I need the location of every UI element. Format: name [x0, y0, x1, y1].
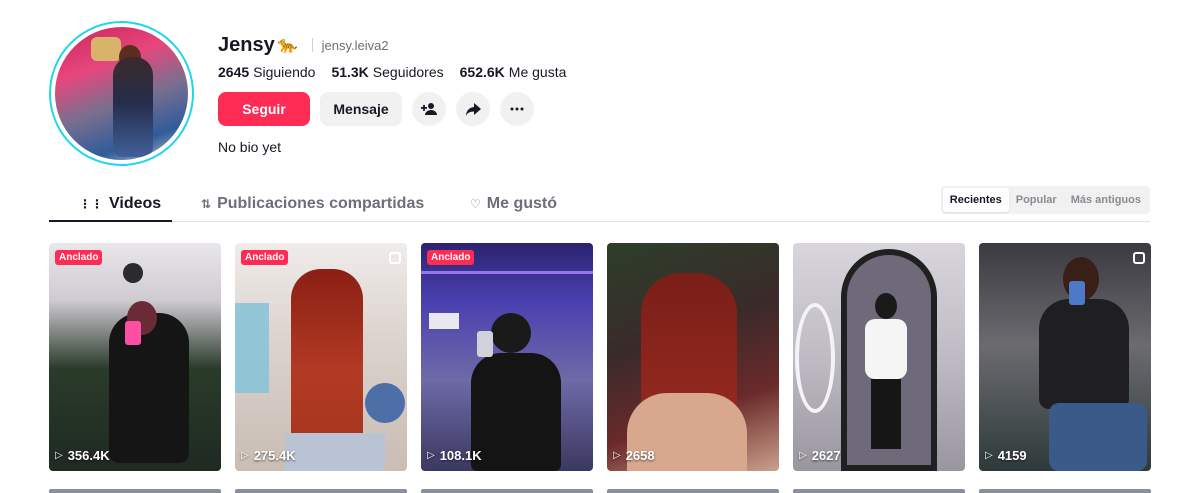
- video-card[interactable]: Anclado ▷ 108.1K: [421, 243, 593, 471]
- follow-button[interactable]: Seguir: [218, 92, 310, 126]
- tab-reposts-label: Publicaciones compartidas: [217, 195, 425, 212]
- profile-stats: 2645 Siguiendo 51.3K Seguidores 652.6K Me g…: [218, 64, 582, 80]
- avatar-image: [55, 27, 188, 160]
- profile-header: Jensy 🐆 jensy.leiva2: [218, 33, 389, 57]
- tab-videos-label: Videos: [109, 195, 162, 212]
- video-card[interactable]: ▷ 4159: [979, 243, 1151, 471]
- avatar[interactable]: [49, 21, 194, 166]
- video-card-partial[interactable]: [235, 489, 407, 493]
- video-card[interactable]: Anclado ▷ 275.4K: [235, 243, 407, 471]
- stat-following-value: 2645: [218, 64, 250, 80]
- share-icon: [466, 103, 481, 116]
- view-count: ▷ 356.4K: [55, 448, 110, 463]
- username: Jensy: [218, 33, 275, 56]
- stat-likes: 652.6K Me gusta: [460, 64, 567, 80]
- leopard-emoji-icon: 🐆: [277, 37, 298, 54]
- stat-followers[interactable]: 51.3K Seguidores: [331, 64, 443, 80]
- profile-tabs: ⋮⋮ Videos ⇅ Publicaciones compartidas ♡ …: [49, 186, 1150, 222]
- add-friend-button[interactable]: [412, 92, 446, 126]
- stat-likes-value: 652.6K: [459, 64, 505, 80]
- more-button[interactable]: [500, 92, 534, 126]
- video-card[interactable]: ▷ 2658: [607, 243, 779, 471]
- stat-following[interactable]: 2645 Siguiendo: [218, 64, 315, 80]
- stat-following-label: Siguiendo: [253, 64, 316, 80]
- play-icon: ▷: [241, 450, 249, 461]
- play-icon: ▷: [55, 450, 63, 461]
- play-icon: ▷: [799, 450, 807, 461]
- stat-followers-label: Seguidores: [372, 64, 444, 80]
- tab-liked[interactable]: ♡ Me gustó: [470, 186, 557, 222]
- sort-oldest[interactable]: Más antiguos: [1064, 188, 1148, 212]
- stat-followers-value: 51.3K: [331, 64, 369, 80]
- sort-toggle: Recientes Popular Más antiguos: [940, 186, 1150, 214]
- video-card-partial[interactable]: [979, 489, 1151, 493]
- heart-outline-icon: ♡: [470, 197, 481, 211]
- more-icon: [510, 107, 524, 111]
- video-card-partial[interactable]: [607, 489, 779, 493]
- pinned-badge: Anclado: [427, 250, 475, 265]
- photo-carousel-icon: [1133, 252, 1145, 264]
- video-card-partial[interactable]: [421, 489, 593, 493]
- user-handle: jensy.leiva2: [321, 37, 389, 53]
- bio-text: No bio yet: [218, 139, 282, 155]
- play-icon: ▷: [985, 450, 993, 461]
- tab-reposts[interactable]: ⇅ Publicaciones compartidas: [201, 186, 424, 222]
- active-tab-indicator: [49, 220, 172, 222]
- view-count: ▷ 2658: [613, 448, 655, 463]
- video-card[interactable]: Anclado ▷ 356.4K: [49, 243, 221, 471]
- grid-icon: ⋮⋮: [79, 197, 103, 211]
- photo-carousel-icon: [389, 252, 401, 264]
- video-card[interactable]: ▷ 2627: [793, 243, 965, 471]
- stat-likes-label: Me gusta: [508, 64, 567, 80]
- play-icon: ▷: [613, 450, 621, 461]
- repost-icon: ⇅: [201, 197, 212, 211]
- video-card-partial[interactable]: [49, 489, 221, 493]
- video-grid-next-row: [49, 489, 1151, 493]
- share-button[interactable]: [456, 92, 490, 126]
- video-grid: Anclado ▷ 356.4K Anclado ▷ 275.4K Anclado …: [49, 243, 1151, 471]
- view-count: ▷ 108.1K: [427, 448, 482, 463]
- message-button[interactable]: Mensaje: [320, 92, 402, 126]
- video-card-partial[interactable]: [793, 489, 965, 493]
- view-count: ▷ 4159: [985, 448, 1027, 463]
- sort-recent[interactable]: Recientes: [942, 188, 1009, 212]
- tab-videos[interactable]: ⋮⋮ Videos: [79, 186, 161, 222]
- pinned-badge: Anclado: [55, 250, 103, 265]
- pinned-badge: Anclado: [241, 250, 289, 265]
- view-count: ▷ 2627: [799, 448, 841, 463]
- view-count: ▷ 275.4K: [241, 448, 296, 463]
- name-divider: [311, 38, 313, 52]
- add-friend-icon: [421, 103, 437, 115]
- tab-liked-label: Me gustó: [486, 195, 557, 212]
- profile-actions: Seguir Mensaje: [218, 92, 534, 126]
- play-icon: ▷: [427, 450, 435, 461]
- sort-popular[interactable]: Popular: [1009, 188, 1064, 212]
